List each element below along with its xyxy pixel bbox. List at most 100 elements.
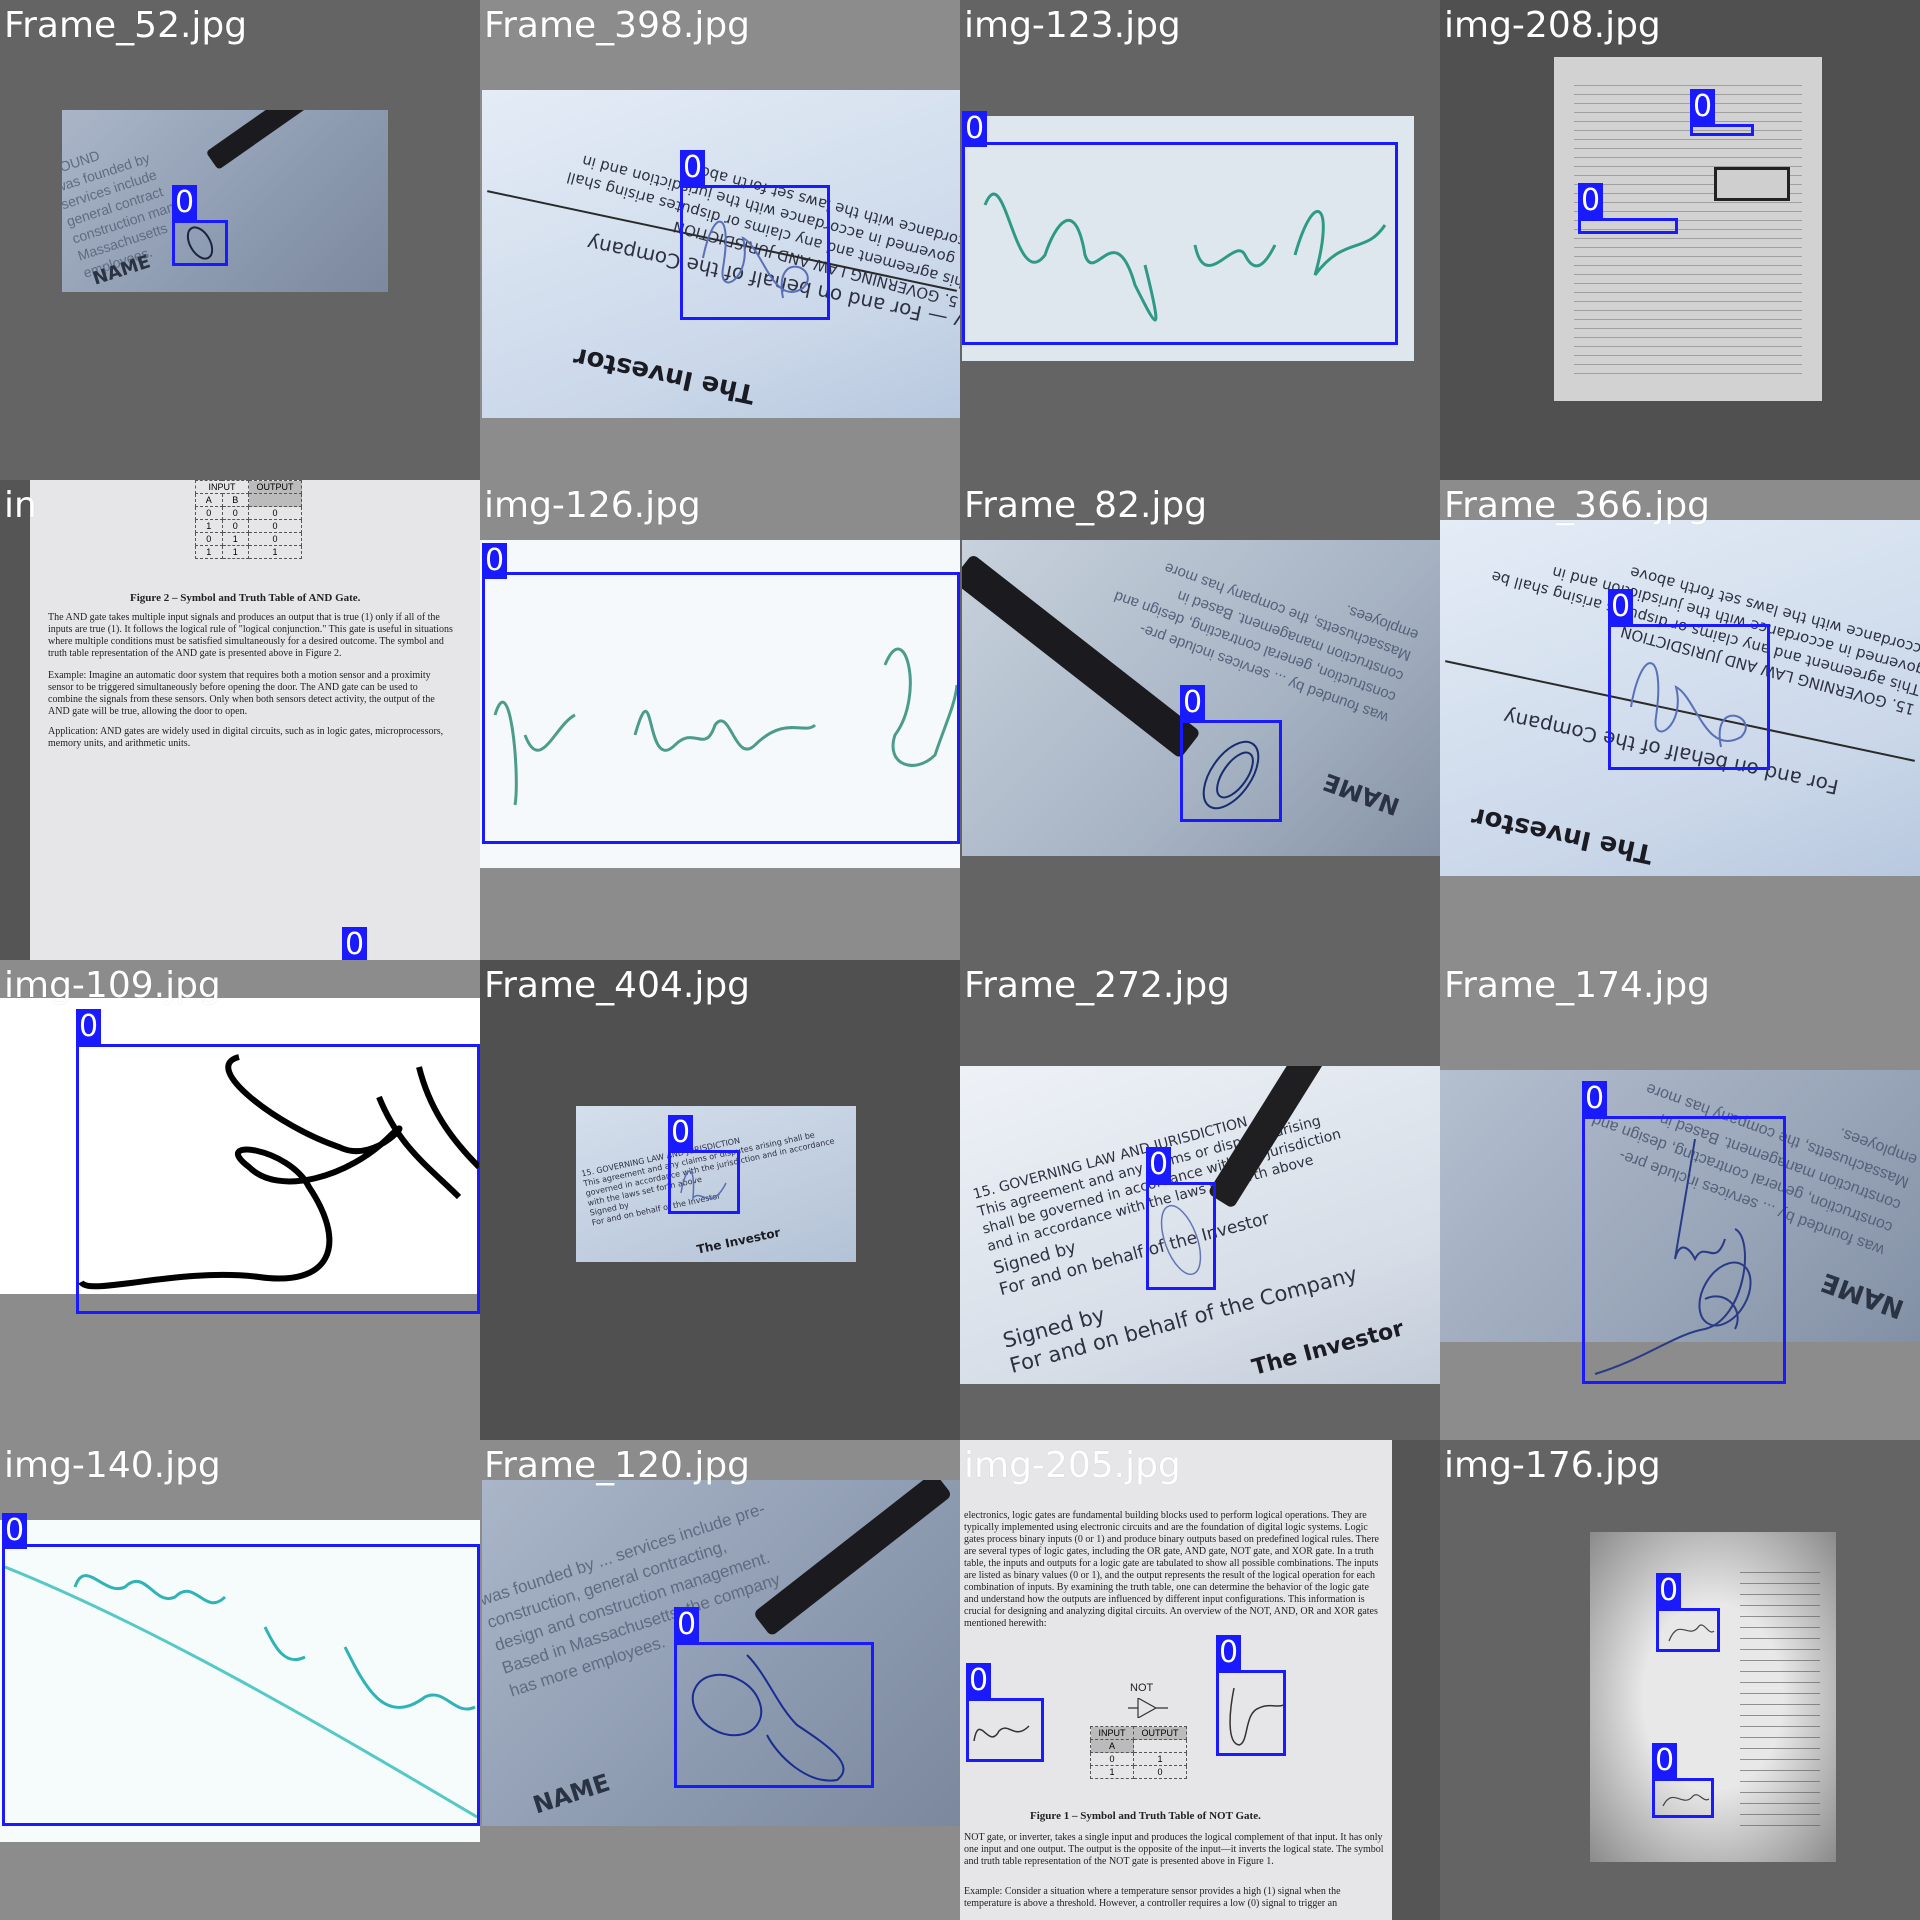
detection-box-1: 0	[966, 1663, 1044, 1762]
tile-frame-120[interactable]: was founded by ... services include pre-…	[480, 1440, 960, 1920]
detection-box: 0	[668, 1115, 740, 1214]
tile-frame-272[interactable]: 15. GOVERNING LAW AND JURISDICTION This a…	[960, 960, 1440, 1440]
class-label: 0	[966, 1663, 992, 1699]
investor-text: The Investor	[1468, 801, 1656, 869]
paragraph-3: Example: Consider a situation where a te…	[964, 1886, 1341, 1909]
tile-title: img-208.jpg	[1444, 5, 1661, 46]
class-label: 0	[1216, 1635, 1242, 1671]
tile-frame-82[interactable]: was founded by ... services include pre-…	[960, 480, 1440, 960]
class-label: 0	[674, 1607, 700, 1643]
class-label: 0	[342, 927, 368, 960]
class-label: 0	[482, 543, 508, 579]
class-label: 0	[1652, 1743, 1678, 1779]
class-label: 0	[1180, 685, 1206, 721]
image-grid: ROUND was founded by services include gener…	[0, 0, 1920, 1920]
signature-stroke	[1594, 1138, 1752, 1375]
stamp	[1714, 167, 1790, 201]
tile-title: img-123.jpg	[964, 5, 1181, 46]
tile-title: img-205.jpg	[964, 1445, 1181, 1486]
truth-table: INPUT OUTPUT A 01 10	[1090, 1726, 1187, 1779]
detection-box: 0	[2, 1513, 480, 1826]
tile-title: Frame_272.jpg	[964, 965, 1231, 1006]
tile-img-205[interactable]: electronics, logic gates are fundamental…	[960, 1440, 1440, 1920]
pen-icon	[205, 110, 374, 171]
signature-stroke	[79, 1054, 479, 1290]
signature-stroke	[1202, 740, 1260, 810]
detection-box: 0	[1608, 589, 1770, 770]
name-label: NAME	[1319, 767, 1404, 821]
tile-title: img-140.jpg	[4, 1445, 221, 1486]
tile-title: img-176.jpg	[1444, 1445, 1661, 1486]
tile-frame-174[interactable]: was founded by ... services include pre-…	[1440, 960, 1920, 1440]
paragraph-1: electronics, logic gates are fundamental…	[964, 1510, 1379, 1629]
tile-title: Frame_174.jpg	[1444, 965, 1711, 1006]
investor-text: The Investor	[570, 341, 758, 409]
signature-stroke	[5, 1565, 477, 1819]
detection-box-1: 0	[1656, 1573, 1720, 1652]
detection-box-2: 0	[1578, 183, 1678, 234]
signature-stroke	[1662, 1794, 1710, 1807]
name-label: NAME	[1817, 1266, 1909, 1324]
detection-box: 0	[680, 150, 830, 320]
tile-frame-366[interactable]: 15. GOVERNING LAW AND JURISDICTION This a…	[1440, 480, 1920, 960]
tile-title: img-126.jpg	[484, 485, 701, 526]
class-label: 0	[2, 1513, 28, 1549]
detection-box: 0	[172, 185, 228, 266]
tile-and-gate-doc[interactable]: INPUT OUTPUT AB 000 100 010 111 Figure 2 …	[0, 480, 480, 960]
detection-box-2: 0	[1652, 1743, 1714, 1818]
tile-img-126[interactable]: 0 img-126.jpg	[480, 480, 960, 960]
class-label: 0	[1582, 1081, 1608, 1117]
detection-box: 0	[674, 1607, 874, 1788]
signature-stroke	[702, 220, 809, 299]
tile-frame-52[interactable]: ROUND was founded by services include gener…	[0, 0, 480, 480]
signature-stroke	[1668, 1624, 1715, 1642]
class-label: 0	[668, 1115, 694, 1151]
tile-img-140[interactable]: 0 img-140.jpg	[0, 1440, 480, 1920]
detection-box-1: 0	[1690, 89, 1754, 136]
class-label: 0	[76, 1009, 102, 1045]
tile-title: Frame_82.jpg	[964, 485, 1208, 526]
class-label: 0	[680, 150, 706, 186]
signature-stroke	[186, 226, 214, 260]
detection-box: 0	[1582, 1081, 1786, 1384]
signature-stroke	[680, 1170, 727, 1201]
class-label: 0	[1608, 589, 1634, 625]
class-label: 0	[962, 111, 988, 147]
detection-box: 0	[482, 543, 960, 844]
figure-caption: Figure 2 – Symbol and Truth Table of AND…	[130, 592, 361, 604]
name-label: NAME	[529, 1768, 614, 1820]
signature-stroke	[1630, 662, 1747, 748]
tile-img-123[interactable]: 0 img-123.jpg	[960, 0, 1440, 480]
signature-stroke	[1229, 1687, 1283, 1746]
detection-box: 0	[76, 1009, 480, 1314]
tile-title: in	[4, 485, 37, 526]
paragraph-3: Application: AND gates are widely used i…	[48, 726, 444, 749]
class-label: 0	[1578, 183, 1604, 219]
detection-box-2: 0	[1216, 1635, 1286, 1756]
signature-stroke	[493, 647, 957, 806]
tile-img-208[interactable]: 0 0 img-208.jpg	[1440, 0, 1920, 480]
signature-stroke	[973, 1725, 1030, 1742]
detection-box: 0	[1180, 685, 1282, 822]
detection-box: 0	[962, 111, 1398, 345]
tile-title: img-109.jpg	[4, 965, 221, 1006]
tile-frame-398[interactable]: 15. GOVERNING LAW AND JURISDICTION This a…	[480, 0, 960, 480]
tile-title: Frame_398.jpg	[484, 5, 751, 46]
signature-stroke	[691, 1654, 845, 1782]
tile-img-176[interactable]: 0 0 img-176.jpg	[1440, 1440, 1920, 1920]
paragraph-2: Example: Imagine an automatic door syste…	[48, 670, 435, 717]
gate-label: NOT	[1130, 1682, 1154, 1694]
tile-title: Frame_366.jpg	[1444, 485, 1711, 526]
form-lines	[1740, 1562, 1820, 1832]
not-gate-icon	[1128, 1698, 1168, 1718]
tile-frame-404[interactable]: 15. GOVERNING LAW AND JURISDICTION This a…	[480, 960, 960, 1440]
investor-text: The Investor	[1249, 1316, 1407, 1381]
tile-title: Frame_120.jpg	[484, 1445, 751, 1486]
detection-box: 0	[1146, 1147, 1216, 1290]
tile-title: Frame_52.jpg	[4, 5, 248, 46]
tile-img-109[interactable]: 0 img-109.jpg	[0, 960, 480, 1440]
class-label: 0	[1690, 89, 1716, 125]
signature-stroke	[1160, 1204, 1202, 1276]
document-page: INPUT OUTPUT AB 000 100 010 111 Figure 2 …	[30, 480, 480, 960]
tile-title: Frame_404.jpg	[484, 965, 751, 1006]
